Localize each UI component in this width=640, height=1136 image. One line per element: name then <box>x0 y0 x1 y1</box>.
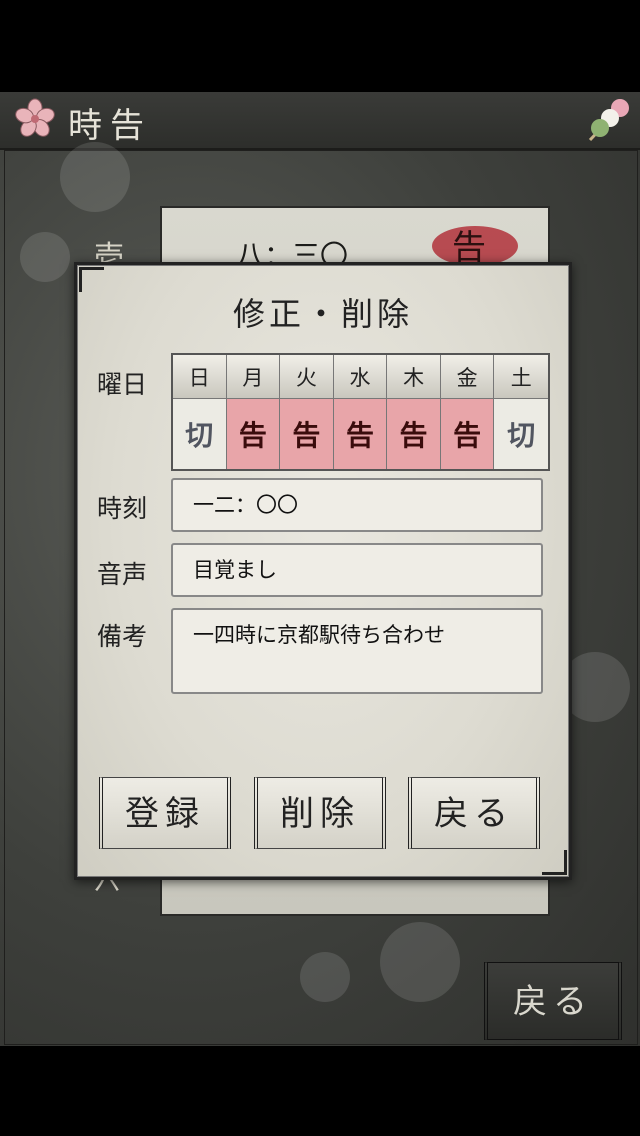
bg-blossom <box>20 232 70 282</box>
time-field[interactable]: 一二：〇〇 <box>171 478 543 532</box>
time-label: 時刻 <box>97 494 148 523</box>
day-toggle-sun[interactable]: 切 <box>173 399 227 469</box>
dango-icon[interactable] <box>584 94 634 144</box>
back-button[interactable]: 戻る <box>484 962 622 1040</box>
bg-blossom <box>60 142 130 212</box>
register-button[interactable]: 登録 <box>99 777 231 849</box>
day-header: 土 <box>494 355 548 399</box>
weekday-label: 曜日 <box>97 370 148 399</box>
note-field[interactable]: 一四時に京都駅待ち合わせ <box>171 608 543 694</box>
edit-delete-dialog: 修正・削除 曜日 日 月 火 水 木 金 土 切 告 告 告 告 告 切 時刻 … <box>74 262 572 880</box>
day-header: 日 <box>173 355 227 399</box>
note-label: 備考 <box>97 622 148 651</box>
day-toggle-thu[interactable]: 告 <box>387 399 441 469</box>
day-toggle-tue[interactable]: 告 <box>280 399 334 469</box>
voice-label: 音声 <box>97 560 148 589</box>
weekday-grid: 日 月 火 水 木 金 土 切 告 告 告 告 告 切 <box>171 353 550 471</box>
dialog-title: 修正・削除 <box>232 295 413 333</box>
voice-field[interactable]: 目覚まし <box>171 543 543 597</box>
delete-button[interactable]: 削除 <box>254 777 386 849</box>
day-toggle-sat[interactable]: 切 <box>494 399 548 469</box>
day-toggle-mon[interactable]: 告 <box>226 399 281 469</box>
app-title: 時告 <box>68 106 152 146</box>
day-header: 木 <box>387 355 441 399</box>
day-header: 火 <box>280 355 334 399</box>
bg-blossom <box>380 922 460 1002</box>
day-toggle-fri[interactable]: 告 <box>440 399 495 469</box>
day-header: 月 <box>226 355 281 399</box>
dialog-corner-ornament <box>542 850 567 875</box>
dialog-back-button[interactable]: 戻る <box>408 777 540 849</box>
cherry-blossom-icon <box>15 98 55 137</box>
day-toggle-wed[interactable]: 告 <box>333 399 388 469</box>
day-header: 金 <box>440 355 495 399</box>
day-header: 水 <box>333 355 388 399</box>
bg-blossom <box>300 952 350 1002</box>
